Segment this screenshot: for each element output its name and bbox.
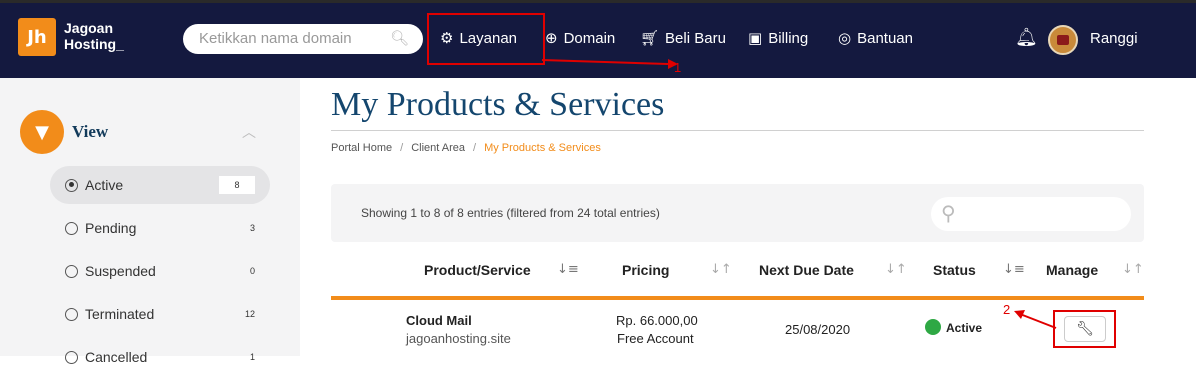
nav-billing-label: Billing xyxy=(768,29,809,47)
filter-count: 8 xyxy=(219,176,255,194)
breadcrumb-home[interactable]: Portal Home xyxy=(331,142,392,154)
brand-name-line1: Jagoan xyxy=(64,20,114,36)
sidebar-filter-terminated[interactable]: Terminated 12 xyxy=(50,295,270,333)
filter-label: Terminated xyxy=(85,306,155,322)
billing-icon: ▣ xyxy=(748,29,763,47)
column-header-pricing[interactable]: Pricing xyxy=(622,262,669,278)
sidebar-filter-pending[interactable]: Pending 3 xyxy=(50,209,270,247)
filter-count: 12 xyxy=(244,309,255,319)
breadcrumb-client-area[interactable]: Client Area xyxy=(411,142,465,154)
sort-icon[interactable]: ↓↑ xyxy=(710,262,732,277)
breadcrumb-separator: / xyxy=(473,142,477,154)
sidebar-filter-suspended[interactable]: Suspended 0 xyxy=(50,252,270,290)
sidebar-filter-active[interactable]: Active 8 xyxy=(50,166,270,204)
filter-label: Pending xyxy=(85,220,137,236)
column-header-status[interactable]: Status xyxy=(933,262,976,278)
product-price: Rp. 66.000,00 xyxy=(616,313,698,328)
annotation-arrow-2 xyxy=(1014,310,1057,329)
radio-icon xyxy=(65,307,78,321)
avatar[interactable] xyxy=(1048,25,1078,55)
sort-icon[interactable]: ↓≡ xyxy=(1003,262,1025,277)
annotation-box-manage xyxy=(1053,310,1116,348)
nav-beli-baru-label: Beli Baru xyxy=(665,29,726,47)
lifebuoy-icon: ◎ xyxy=(838,29,852,47)
radio-icon xyxy=(65,264,78,278)
table-search-input[interactable]: ⚲ xyxy=(931,197,1131,231)
cart-icon: 🛒︎ xyxy=(640,29,660,47)
domain-search-input[interactable] xyxy=(199,30,389,47)
sort-icon[interactable]: ↓↑ xyxy=(885,262,907,277)
page-title: My Products & Services xyxy=(331,86,665,123)
brand-name-line2: Hosting_ xyxy=(64,36,124,52)
globe-icon: ⊕ xyxy=(545,29,558,47)
bell-icon[interactable]: 🔔︎ xyxy=(1015,27,1038,48)
domain-search: 🔍︎ xyxy=(183,24,423,54)
sidebar: ▼ View ︿ Active 8 Pending 3 Suspended 0 … xyxy=(0,78,300,365)
username[interactable]: Ranggi xyxy=(1090,30,1138,47)
status-badge: Active xyxy=(946,321,983,335)
filter-count: 1 xyxy=(249,352,255,362)
nav-billing[interactable]: ▣ Billing xyxy=(748,29,808,47)
radio-icon xyxy=(65,178,78,192)
annotation-box-layanan xyxy=(427,13,545,65)
annotation-arrow-1 xyxy=(541,59,678,69)
breadcrumb: Portal Home / Client Area / My Products … xyxy=(331,142,601,154)
filter-count: 3 xyxy=(249,223,255,233)
search-icon: ⚲ xyxy=(941,201,956,225)
nav-bantuan-label: Bantuan xyxy=(857,29,913,47)
column-header-product[interactable]: Product/Service xyxy=(424,262,531,278)
filter-label: Active xyxy=(85,177,124,193)
filter-count: 0 xyxy=(249,266,255,276)
product-due-date: 25/08/2020 xyxy=(785,322,851,337)
sidebar-filter-cancelled[interactable]: Cancelled 1 xyxy=(50,338,270,376)
search-icon[interactable]: 🔍︎ xyxy=(390,29,409,47)
breadcrumb-current: My Products & Services xyxy=(484,142,601,154)
table-info: Showing 1 to 8 of 8 entries (filtered fr… xyxy=(361,206,660,220)
filter-label: Cancelled xyxy=(85,349,148,365)
brand-name[interactable]: Jagoan Hosting_ xyxy=(64,20,124,52)
status-dot-icon xyxy=(925,319,941,335)
nav-domain-label: Domain xyxy=(563,29,616,47)
sort-icon[interactable]: ↓↑ xyxy=(1122,262,1144,277)
radio-icon xyxy=(65,350,78,364)
radio-icon xyxy=(65,221,78,235)
filter-label: Suspended xyxy=(85,263,156,279)
brand-logo[interactable]: Jh xyxy=(18,18,56,56)
title-divider xyxy=(331,130,1144,131)
nav-beli-baru[interactable]: 🛒︎ Beli Baru xyxy=(640,29,726,47)
table-toolbar: Showing 1 to 8 of 8 entries (filtered fr… xyxy=(331,184,1144,242)
chevron-up-icon[interactable]: ︿ xyxy=(242,122,256,142)
column-header-manage[interactable]: Manage xyxy=(1046,262,1098,278)
nav-domain[interactable]: ⊕ Domain xyxy=(545,29,615,47)
breadcrumb-separator: / xyxy=(400,142,404,154)
column-header-due-date[interactable]: Next Due Date xyxy=(759,262,854,278)
annotation-label-1: 1 xyxy=(674,60,682,75)
table-header-divider xyxy=(331,296,1144,300)
product-name[interactable]: Cloud Mail xyxy=(406,313,472,328)
product-price-note: Free Account xyxy=(617,331,694,346)
product-domain: jagoanhosting.site xyxy=(406,331,511,346)
sort-icon[interactable]: ↓≡ xyxy=(557,262,579,277)
nav-bantuan[interactable]: ◎ Bantuan xyxy=(838,29,913,47)
filter-icon: ▼ xyxy=(20,110,64,154)
sidebar-title: View xyxy=(72,122,109,141)
